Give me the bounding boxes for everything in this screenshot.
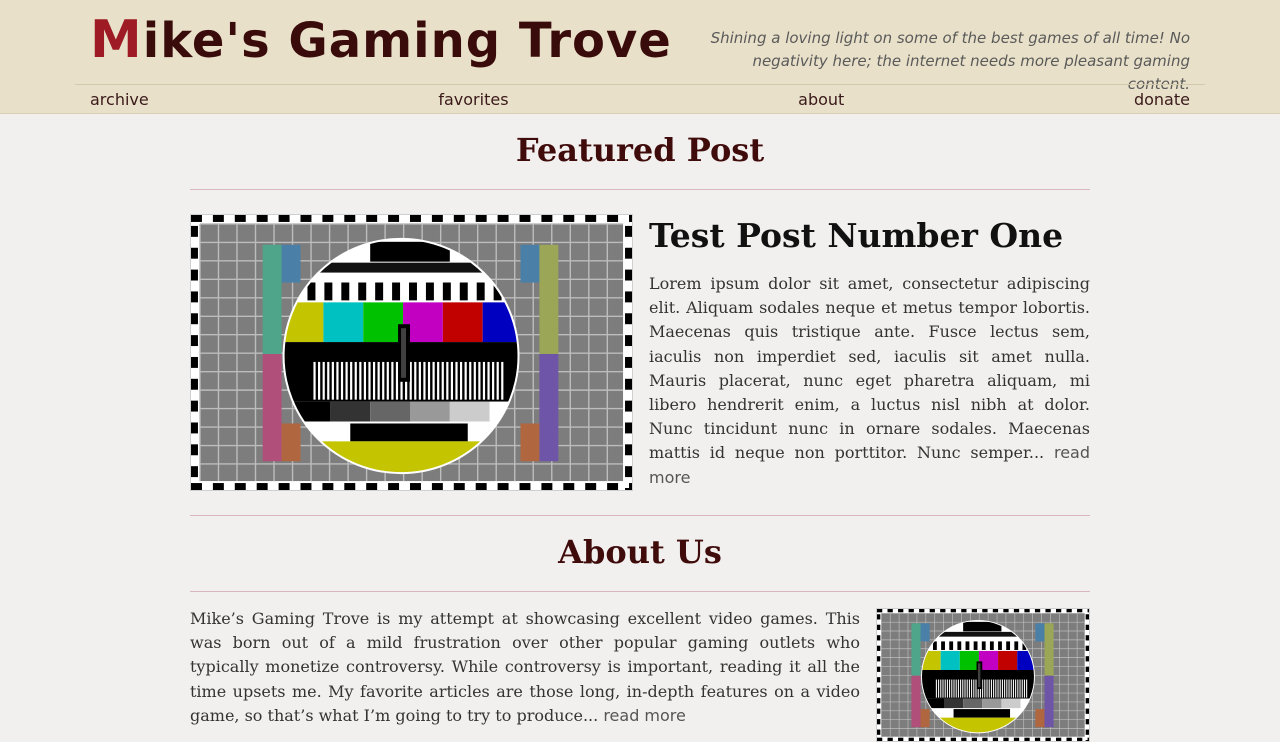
site-title[interactable]: Mike's Gaming Trove — [90, 14, 672, 66]
featured-top-rule — [190, 189, 1090, 190]
about-heading: About Us — [558, 533, 722, 571]
site-header: Mike's Gaming Trove Shining a loving lig… — [0, 0, 1280, 114]
nav-archive[interactable]: archive — [90, 90, 149, 109]
nav-favorites[interactable]: favorites — [438, 90, 508, 109]
featured-post-title[interactable]: Test Post Number One — [649, 215, 1089, 257]
about-image[interactable] — [876, 608, 1090, 742]
about-read-more-link[interactable]: read more — [603, 706, 686, 725]
featured-excerpt-text: Lorem ipsum dolor sit amet, consectetur … — [649, 274, 1090, 463]
site-title-initial: M — [90, 10, 143, 70]
featured-heading: Featured Post — [515, 131, 765, 169]
featured-post-excerpt: Lorem ipsum dolor sit amet, consectetur … — [649, 272, 1090, 490]
about-text: Mike’s Gaming Trove is my attempt at sho… — [190, 607, 860, 728]
tv-test-pattern-image — [877, 609, 1089, 741]
nav-about[interactable]: about — [798, 90, 844, 109]
main-nav: archive favorites about donate — [90, 86, 1190, 112]
tv-test-pattern-image — [191, 215, 632, 490]
site-title-rest: ike's Gaming Trove — [142, 13, 672, 69]
nav-donate[interactable]: donate — [1134, 90, 1190, 109]
about-top-rule — [190, 591, 1090, 592]
about-body-text: Mike’s Gaming Trove is my attempt at sho… — [190, 609, 860, 725]
header-divider — [75, 84, 1205, 85]
featured-bottom-rule — [190, 515, 1090, 516]
featured-post-image[interactable] — [190, 214, 633, 491]
